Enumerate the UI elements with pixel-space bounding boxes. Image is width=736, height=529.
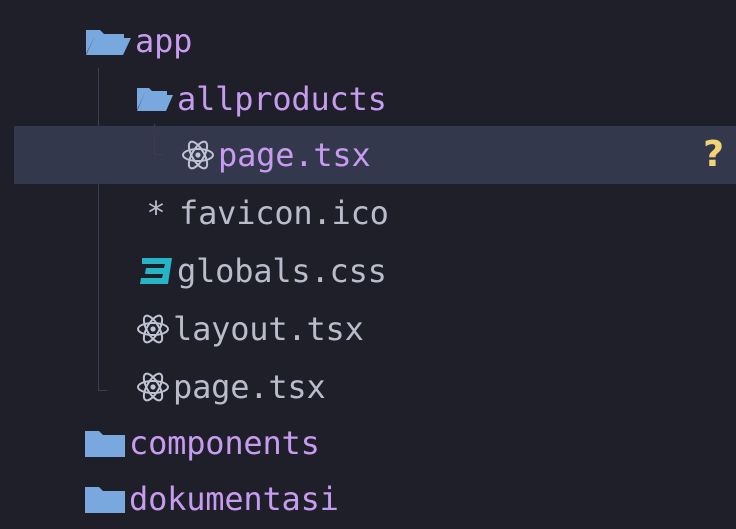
file-name: favicon.ico (179, 194, 389, 232)
asterisk-icon: * (146, 194, 166, 232)
folder-name: allproducts (177, 80, 387, 118)
git-status-badge: ? (703, 134, 724, 175)
folder-open-icon (137, 88, 173, 111)
folder-closed-icon (85, 487, 125, 513)
folder-open-icon (86, 30, 131, 55)
tree-item-app-page-file[interactable]: page.tsx (0, 358, 736, 416)
react-icon (137, 372, 169, 402)
file-name: page.tsx (173, 368, 326, 406)
tree-item-dokumentasi-folder[interactable]: dokumentasi (0, 470, 736, 528)
tree-item-allproducts-folder[interactable]: allproducts (0, 70, 736, 128)
folder-name: dokumentasi (129, 480, 339, 518)
indent-guide-elbow-allproducts (154, 134, 163, 155)
react-icon (182, 140, 214, 170)
folder-name: components (129, 424, 320, 462)
tree-item-app-folder[interactable]: app (0, 12, 736, 70)
file-explorer: app allproducts page.tsx ? * favicon.ico (0, 0, 736, 529)
file-name: page.tsx (218, 136, 371, 174)
file-name: globals.css (177, 252, 387, 290)
tree-item-allproducts-page-file[interactable]: page.tsx ? (14, 126, 736, 184)
tree-item-components-folder[interactable]: components (0, 414, 736, 472)
tree-item-favicon-file[interactable]: * favicon.ico (0, 184, 736, 242)
css-icon (140, 258, 172, 284)
file-name: layout.tsx (173, 310, 364, 348)
tree-item-layout-file[interactable]: layout.tsx (0, 300, 736, 358)
folder-closed-icon (85, 431, 125, 457)
folder-name: app (135, 22, 193, 60)
react-icon (137, 314, 169, 344)
tree-item-globals-css-file[interactable]: globals.css (0, 242, 736, 300)
